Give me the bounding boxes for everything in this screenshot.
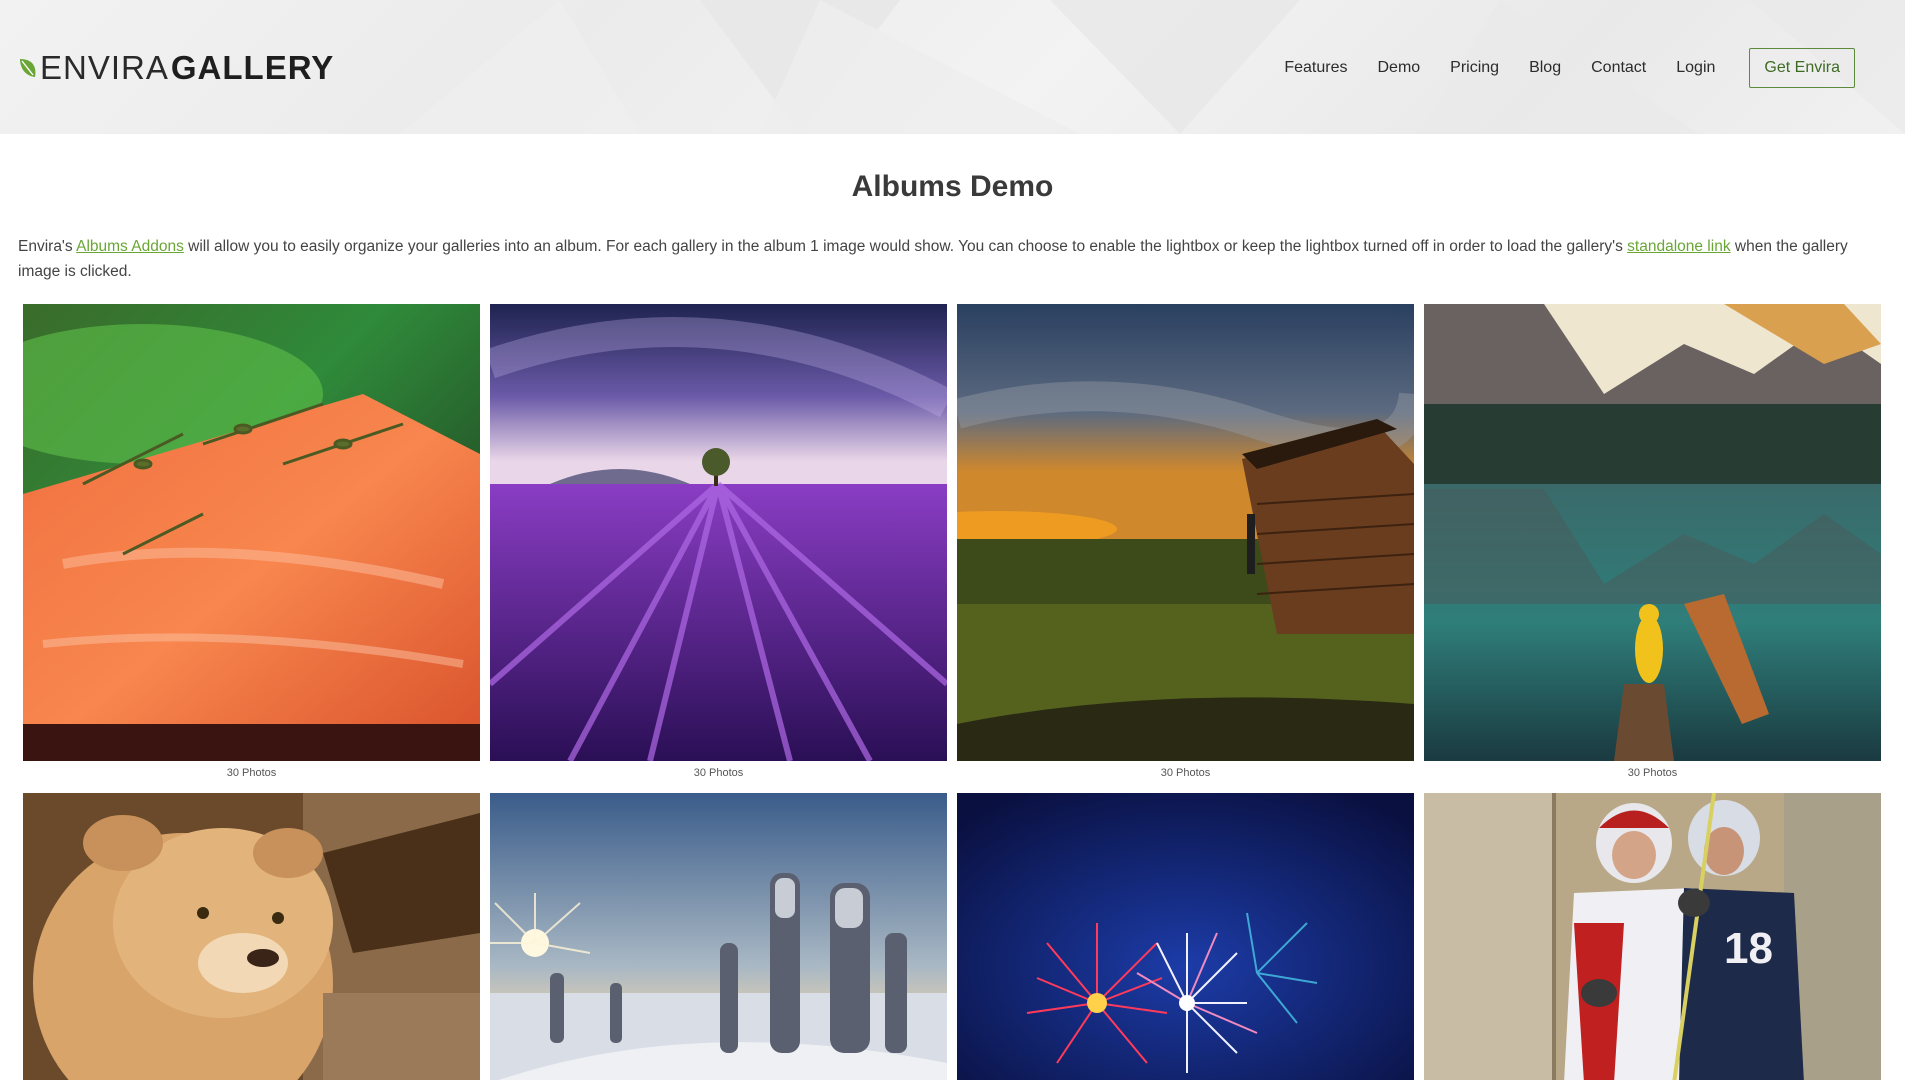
lacrosse-image: 18	[1424, 793, 1881, 1080]
intro-text-2: will allow you to easily organize your g…	[183, 238, 1628, 255]
nav-contact[interactable]: Contact	[1591, 59, 1646, 77]
album-card[interactable]: 30 Photos	[957, 304, 1414, 793]
album-thumbnail-snowy-trees[interactable]	[490, 793, 947, 1080]
lioness-image	[23, 793, 480, 1080]
album-thumbnail-cabin[interactable]	[957, 304, 1414, 761]
album-thumbnail-lacrosse[interactable]: 18	[1424, 793, 1881, 1080]
main-nav: Features Demo Pricing Blog Contact Login…	[1254, 48, 1855, 88]
album-thumbnail-lavender[interactable]	[490, 304, 947, 761]
album-thumbnail-fireworks[interactable]	[957, 793, 1414, 1080]
site-header: ENVIRA GALLERY Features Demo Pricing Blog…	[0, 0, 1905, 134]
nav-demo[interactable]: Demo	[1377, 59, 1420, 77]
salmon-image	[23, 304, 480, 761]
albums-addons-link[interactable]: Albums Addons	[76, 238, 184, 255]
album-thumbnail-lioness[interactable]	[23, 793, 480, 1080]
cabin-image	[957, 304, 1414, 761]
nav-pricing[interactable]: Pricing	[1450, 59, 1499, 77]
album-caption: 30 Photos	[1160, 767, 1211, 779]
snowy-trees-image	[490, 793, 947, 1080]
album-card[interactable]	[23, 793, 480, 1080]
nav-blog[interactable]: Blog	[1529, 59, 1561, 77]
nav-features[interactable]: Features	[1284, 59, 1347, 77]
album-card[interactable]: 30 Photos	[1424, 304, 1881, 793]
album-thumbnail-salmon[interactable]	[23, 304, 480, 761]
envira-logo[interactable]: ENVIRA GALLERY	[18, 49, 335, 86]
logo-text-gallery: GALLERY	[170, 49, 335, 86]
svg-text:18: 18	[1724, 924, 1773, 973]
album-card[interactable]: 18	[1424, 793, 1881, 1080]
leaf-icon	[20, 59, 36, 77]
fireworks-image	[957, 793, 1414, 1080]
get-envira-button[interactable]: Get Envira	[1749, 48, 1855, 88]
album-caption: 30 Photos	[693, 767, 744, 779]
standalone-link[interactable]: standalone link	[1627, 238, 1730, 255]
mountain-lake-image	[1424, 304, 1881, 761]
album-card[interactable]: 30 Photos	[23, 304, 480, 793]
album-thumbnail-mountain-lake[interactable]	[1424, 304, 1881, 761]
lavender-image	[490, 304, 947, 761]
album-caption: 30 Photos	[226, 767, 277, 779]
logo-text-envira: ENVIRA	[40, 49, 169, 86]
album-card[interactable]	[957, 793, 1414, 1080]
album-caption: 30 Photos	[1627, 767, 1678, 779]
album-card[interactable]	[490, 793, 947, 1080]
intro-text-1: Envira's	[18, 238, 77, 255]
nav-login[interactable]: Login	[1676, 59, 1715, 77]
page-title: Albums Demo	[851, 170, 1054, 203]
album-grid: 30 Photos 30 Photos 30 Photos 30 Photos …	[23, 304, 1881, 1080]
album-card[interactable]: 30 Photos	[490, 304, 947, 793]
intro-paragraph: Envira's Albums Addons will allow you to…	[18, 234, 1888, 284]
